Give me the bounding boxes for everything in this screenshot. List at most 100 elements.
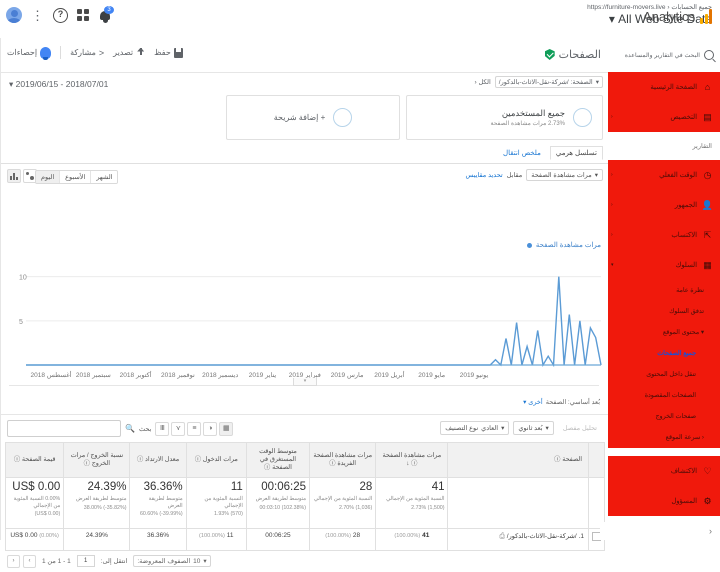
rows-per-page-selector[interactable]: ▾ 10 الصفوف المعروضة: (133, 555, 211, 567)
goto-input[interactable]: 1 (76, 555, 95, 567)
chart-resize-handle[interactable]: ▾ (293, 378, 317, 386)
help-icon[interactable]: ? (53, 7, 68, 23)
sidebar-search[interactable]: البحث في التقارير والمساعدة (608, 38, 720, 72)
sidebar-subitem-site-content[interactable]: ▾ محتوى الموقع (608, 322, 720, 343)
sidebar-subitem-content-drilldown[interactable]: تنقل داخل المحتوى (608, 364, 720, 385)
export-button[interactable]: تصدير (113, 47, 145, 58)
header-page-value[interactable]: قيمة الصفحة ⓘ (4, 442, 65, 478)
sidebar-subitem-site-speed[interactable]: ‹ سرعة الموقع (608, 427, 720, 448)
granularity-week[interactable]: الأسبوع (59, 171, 91, 183)
chart-legend-dot-icon (526, 242, 532, 248)
apps-grid-icon[interactable] (77, 9, 89, 21)
sidebar-item-discover[interactable]: ♡ الاكتشاف (608, 456, 720, 486)
sort-type-button[interactable]: ▾ العادي نوع التصنيف (440, 421, 510, 435)
brand-title: Analytics (642, 9, 695, 24)
info-icon[interactable]: ⓘ (14, 456, 20, 463)
view-comparison-icon[interactable]: ⋎ (171, 421, 186, 436)
primary-metric-dropdown[interactable]: ▾ مرات مشاهدة الصفحة (526, 169, 603, 181)
drilldown-button[interactable]: تحليل مفصل (557, 421, 602, 435)
main-content: الصفحات حفظ تصدير < مشاركة إحصاءات ▾ 201… (0, 38, 609, 568)
info-icon[interactable]: ⓘ (554, 456, 560, 463)
prev-page-button[interactable]: ‹ (7, 554, 20, 568)
page-filter-value: الصفحة: /شركة-نقل-الاثاث-بالدكور/ (498, 79, 593, 86)
sidebar-item-label: الوقت الفعلي (659, 172, 697, 179)
chart-x-label: مايو 2019 (418, 372, 446, 379)
segment-all-users[interactable]: جميع المستخدمين 2.73% مرات مشاهدة الصفحة (406, 95, 603, 140)
notifications-bell-icon[interactable]: 3 (98, 5, 114, 23)
header-bounce-rate[interactable]: معدل الارتداد ⓘ (129, 442, 187, 478)
sort-type-label: نوع التصنيف (445, 425, 479, 432)
sidebar-subitem-behavior-flow[interactable]: تدفق السلوك (608, 301, 720, 322)
sidebar-subitem-overview[interactable]: نظرة عامة (608, 280, 720, 301)
sidebar-item-admin[interactable]: ⚙ المسؤول (608, 486, 720, 516)
insights-button[interactable]: إحصاءات (7, 46, 52, 60)
granularity-month[interactable]: الشهر (90, 171, 118, 183)
row-exit: 24.39% (85, 532, 108, 539)
avatar[interactable] (6, 7, 22, 23)
sidebar-item-behavior[interactable]: ▦ السلوك ▾ (608, 250, 720, 280)
segment-sub: 2.73% مرات مشاهدة الصفحة (490, 121, 565, 127)
header-entrances[interactable]: مرات الدخول ⓘ (185, 442, 247, 478)
save-button[interactable]: حفظ (154, 47, 183, 58)
header-avg-time-on-page[interactable]: متوسط الوقت المستغرق في الصفحة ⓘ (245, 442, 311, 478)
info-icon[interactable]: ⓘ (137, 456, 143, 463)
info-icon[interactable]: ⓘ (195, 456, 201, 463)
chart-legend: مرات مشاهدة الصفحة (526, 241, 601, 249)
date-range-picker[interactable]: ▾ 2019/06/15 - 2018/07/01 (9, 79, 108, 90)
chevron-icon: ‹ (611, 172, 613, 178)
header-left-icons: ⋮ ? 3 (6, 5, 114, 23)
sidebar-item-acquisition[interactable]: ⇱ الاكتساب ‹ (608, 220, 720, 250)
tab-navigation-summary[interactable]: ملخص انتقال (498, 147, 546, 159)
view-percentage-icon[interactable]: ◑ (203, 421, 218, 436)
summary-value: US$ 0.00 (12, 481, 61, 493)
info-icon[interactable]: ⓘ (329, 460, 335, 467)
info-icon[interactable]: ⓘ (411, 460, 417, 467)
search-icon[interactable] (704, 50, 714, 60)
other-dimension-link[interactable]: أخرى ▾ (523, 398, 543, 406)
export-label: تصدير (113, 48, 134, 57)
sidebar-item-audience[interactable]: 👤 الجمهور ‹ (608, 190, 720, 220)
sidebar-subitem-all-pages[interactable]: جميع الصفحات (608, 343, 720, 364)
search-input[interactable] (7, 420, 121, 437)
sidebar-item-realtime[interactable]: ◷ الوقت الفعلي ‹ (608, 160, 720, 190)
sidebar-collapse-button[interactable]: ‹ (600, 522, 720, 540)
chart-controls: الشهر الأسبوع اليوم ▾ مرات مشاهدة الصفحة… (1, 164, 609, 190)
add-segment-button[interactable]: + إضافة شريحة (226, 95, 400, 140)
tab-explorer[interactable]: تسلسل هرمي (549, 146, 603, 160)
row-page-path[interactable]: /شركة-نقل-الاثاث-بالدكور/ (507, 533, 577, 540)
view-table-icon[interactable]: ▦ (219, 421, 234, 436)
view-performance-icon[interactable]: ≡ (187, 421, 202, 436)
next-page-button[interactable]: › (23, 554, 36, 568)
chevron-left-icon: ‹ (709, 526, 712, 536)
info-icon[interactable]: ⓘ (264, 464, 270, 471)
select-all-header[interactable] (587, 442, 606, 478)
summary-entrances: 11 النسبة المئوية من الإجمالي (570) 1.93… (185, 477, 247, 529)
granularity-day[interactable]: اليوم (36, 171, 60, 183)
share-icon: < (98, 47, 105, 58)
chevron-icon: ‹ (611, 114, 613, 120)
sidebar-item-customization[interactable]: ▤ التخصيص ‹ (608, 102, 720, 132)
external-link-icon[interactable]: ⎙ (499, 533, 505, 540)
header-unique-pageviews[interactable]: مرات مشاهدة الصفحة الفريدة ⓘ (309, 442, 377, 478)
sidebar-subitem-exit-pages[interactable]: صفحات الخروج (608, 406, 720, 427)
row-page-value-pct: (0.00%) (39, 533, 59, 539)
summary-pageviews: 41 النسبة المئوية من الإجمالي (1,500) 2.… (375, 477, 449, 529)
select-metric-link[interactable]: تحديد مقاييس (465, 171, 502, 179)
more-options-icon[interactable]: ⋮ (31, 9, 44, 22)
chart-svg: 10 5 (7, 275, 602, 372)
line-chart-icon[interactable] (7, 169, 21, 183)
summary-sub1: النسبة المئوية من الإجمالي (313, 495, 373, 502)
page-filter-box[interactable]: ▾ الصفحة: /شركة-نقل-الاثاث-بالدكور/ (494, 76, 603, 88)
share-button[interactable]: < مشاركة (70, 48, 104, 58)
header-exit-rate[interactable]: نسبة الخروج / مرات الخروج ⓘ (63, 442, 131, 478)
sidebar-section-reports: التقارير (608, 132, 720, 160)
header-pageviews[interactable]: مرات مشاهدة الصفحة ⓘ ↓ (375, 442, 449, 478)
page-filter-prefix: الكل ‹ (474, 79, 491, 86)
row-bounce: 36.36% (147, 532, 170, 539)
secondary-dimension-button[interactable]: ▾ بُعد ثانوي (513, 421, 554, 435)
sidebar-subitem-landing-pages[interactable]: الصفحات المقصودة (608, 385, 720, 406)
view-pivot-icon[interactable]: Ⅲ (155, 421, 170, 436)
header-page[interactable]: الصفحة ⓘ (447, 442, 589, 478)
sidebar-item-home[interactable]: ⌂ الصفحة الرئيسية (608, 72, 720, 102)
info-icon[interactable]: ⓘ (84, 460, 90, 467)
